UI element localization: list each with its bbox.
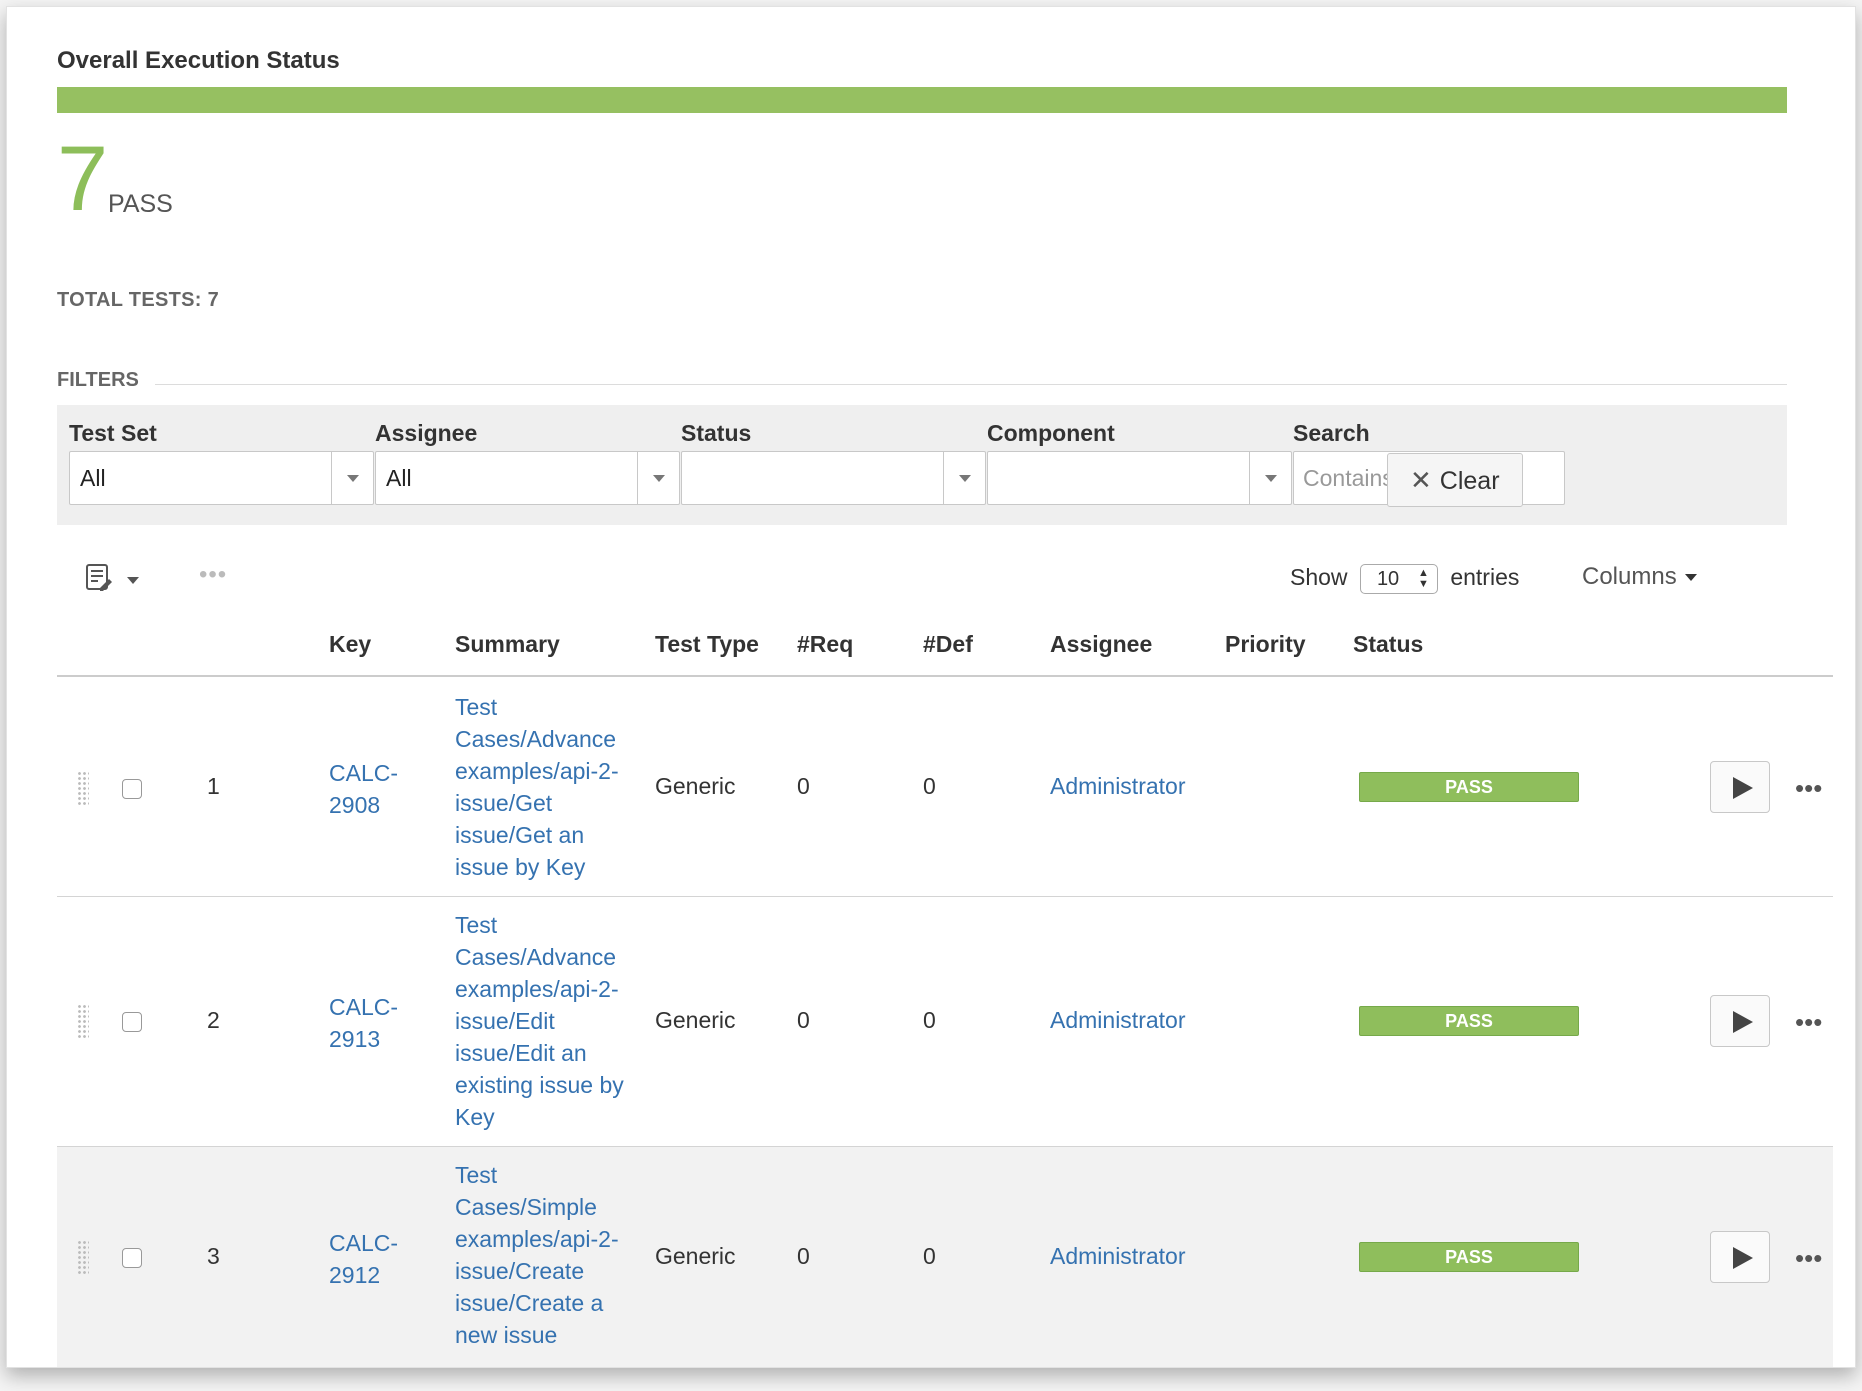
status-progress-fill — [57, 87, 1787, 113]
table-row: 2 CALC-2913 Test Cases/Advance examples/… — [57, 897, 1833, 1147]
row-checkbox[interactable] — [122, 1012, 142, 1032]
status-progress-bar — [57, 87, 1787, 113]
more-dots-icon[interactable]: ••• — [199, 561, 227, 589]
row-checkbox[interactable] — [122, 1248, 142, 1268]
row-number: 1 — [207, 773, 220, 799]
table-header: Key Summary Test Type #Req #Def Assignee… — [57, 627, 1833, 677]
test-summary-link[interactable]: Test Cases/Advance examples/api-2-issue/… — [455, 909, 625, 1133]
pass-count: 7 — [57, 128, 109, 230]
more-dots-icon[interactable]: ••• — [1795, 775, 1822, 801]
test-key-link[interactable]: CALC-2912 — [329, 1227, 429, 1291]
header-def[interactable]: #Def — [923, 631, 973, 658]
filters-title: FILTERS — [57, 369, 139, 391]
req-count: 0 — [797, 1243, 810, 1269]
chevron-down-icon[interactable] — [943, 452, 985, 504]
test-type: Generic — [655, 773, 736, 799]
drag-handle-icon[interactable] — [77, 1240, 89, 1276]
more-dots-icon[interactable]: ••• — [1795, 1009, 1822, 1035]
header-summary[interactable]: Summary — [455, 631, 560, 658]
assignee-value: All — [386, 465, 412, 491]
status-badge: PASS — [1359, 1006, 1579, 1036]
test-key-link[interactable]: CALC-2908 — [329, 757, 429, 821]
filter-test-set-label: Test Set — [69, 420, 157, 446]
close-icon: ✕ — [1410, 465, 1432, 495]
filter-status-label: Status — [681, 420, 752, 446]
test-type: Generic — [655, 1007, 736, 1033]
filter-component: Component — [987, 419, 1292, 505]
total-tests: TOTAL TESTS: 7 — [57, 289, 219, 311]
pass-label: PASS — [108, 190, 173, 218]
filters-divider — [155, 384, 1787, 385]
list-edit-icon[interactable] — [85, 563, 113, 593]
status-select[interactable] — [681, 451, 986, 505]
status-badge: PASS — [1359, 772, 1579, 802]
filter-assignee: Assignee All — [375, 419, 680, 505]
overall-status-title: Overall Execution Status — [57, 47, 340, 74]
def-count: 0 — [923, 773, 936, 799]
header-req[interactable]: #Req — [797, 631, 853, 658]
assignee-link[interactable]: Administrator — [1050, 1007, 1185, 1034]
row-number: 2 — [207, 1007, 220, 1033]
clear-button[interactable]: ✕ Clear — [1387, 453, 1523, 507]
test-set-value: All — [80, 465, 106, 491]
filter-component-label: Component — [987, 420, 1115, 446]
test-type: Generic — [655, 1243, 736, 1269]
header-test-type[interactable]: Test Type — [655, 631, 759, 658]
req-count: 0 — [797, 1007, 810, 1033]
row-number: 3 — [207, 1243, 220, 1269]
entries-label: entries — [1450, 564, 1520, 590]
row-checkbox[interactable] — [122, 779, 142, 799]
execution-panel: Overall Execution Status 7 PASS TOTAL TE… — [6, 6, 1856, 1368]
play-icon[interactable] — [1710, 995, 1770, 1047]
filter-status: Status — [681, 419, 986, 505]
def-count: 0 — [923, 1007, 936, 1033]
req-count: 0 — [797, 773, 810, 799]
more-dots-icon[interactable]: ••• — [1795, 1245, 1822, 1271]
entries-select[interactable]: 10 ▲ ▼ — [1359, 563, 1438, 594]
header-key[interactable]: Key — [329, 631, 371, 658]
filters-bar: Test Set All Assignee All Status Compone… — [57, 405, 1787, 525]
entries-value: 10 — [1376, 567, 1400, 590]
assignee-link[interactable]: Administrator — [1050, 1243, 1185, 1270]
filter-test-set: Test Set All — [69, 419, 374, 505]
assignee-select[interactable]: All — [375, 451, 680, 505]
drag-handle-icon[interactable] — [77, 771, 89, 807]
columns-label: Columns — [1582, 563, 1677, 590]
filter-search-label: Search — [1293, 420, 1370, 446]
test-summary-link[interactable]: Test Cases/Simple examples/api-2-issue/C… — [455, 1159, 625, 1351]
test-key-link[interactable]: CALC-2913 — [329, 991, 429, 1055]
chevron-down-icon[interactable] — [127, 577, 139, 584]
play-icon[interactable] — [1710, 1231, 1770, 1283]
chevron-down-icon[interactable] — [637, 452, 679, 504]
chevron-down-icon[interactable] — [1249, 452, 1291, 504]
up-down-icon: ▲ ▼ — [1418, 566, 1429, 590]
play-icon[interactable] — [1710, 761, 1770, 813]
drag-handle-icon[interactable] — [77, 1004, 89, 1040]
assignee-link[interactable]: Administrator — [1050, 773, 1185, 800]
def-count: 0 — [923, 1243, 936, 1269]
entries-length-control: Show 10 ▲ ▼ entries — [1290, 561, 1519, 594]
columns-button[interactable]: Columns — [1582, 563, 1697, 591]
table-toolbar: ••• Show 10 ▲ ▼ entries Columns — [57, 557, 1833, 605]
header-assignee[interactable]: Assignee — [1050, 631, 1152, 658]
test-set-select[interactable]: All — [69, 451, 374, 505]
status-badge: PASS — [1359, 1242, 1579, 1272]
table-row: 3 CALC-2912 Test Cases/Simple examples/a… — [57, 1147, 1833, 1367]
test-summary-link[interactable]: Test Cases/Advance examples/api-2-issue/… — [455, 691, 625, 883]
header-priority[interactable]: Priority — [1225, 631, 1306, 658]
show-label: Show — [1290, 564, 1348, 590]
header-status[interactable]: Status — [1353, 631, 1423, 658]
component-select[interactable] — [987, 451, 1292, 505]
clear-label: Clear — [1439, 467, 1500, 495]
chevron-down-icon[interactable] — [331, 452, 373, 504]
chevron-down-icon — [1684, 574, 1697, 582]
filter-assignee-label: Assignee — [375, 420, 478, 446]
table-row: 1 CALC-2908 Test Cases/Advance examples/… — [57, 679, 1833, 897]
